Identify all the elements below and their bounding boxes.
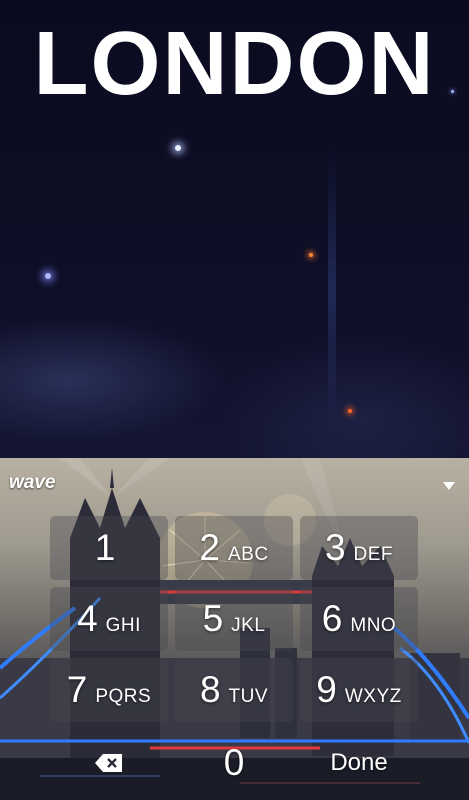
wallpaper-preview: LONDON [0, 0, 469, 458]
brand-logo: wave [9, 472, 56, 493]
key-digit: 1 [94, 527, 116, 568]
key-letters: GHI [105, 615, 141, 636]
key-3[interactable]: 3 DEF [300, 516, 418, 580]
key-digit: 5 [202, 598, 224, 639]
key-6[interactable]: 6 MNO [300, 587, 418, 651]
key-digit: 7 [66, 669, 88, 710]
key-digit: 4 [77, 598, 98, 639]
key-letters: DEF [353, 544, 394, 565]
key-5[interactable]: 5 JKL [175, 587, 293, 651]
key-4[interactable]: 4 GHI [50, 587, 168, 651]
key-8[interactable]: 8 TUV [175, 658, 293, 722]
key-letters: ABC [228, 544, 269, 565]
key-letters: WXYZ [344, 686, 402, 707]
light-dot [175, 145, 181, 151]
key-letters: MNO [350, 615, 397, 636]
backspace-icon [95, 754, 122, 772]
light-dot [45, 273, 51, 279]
numeric-keyboard: wave 1 2 ABC 3 DEF 4 GHI 5 JKL 6 MNO 7 P… [0, 458, 469, 800]
key-digit: 6 [321, 598, 343, 639]
chevron-down-icon[interactable] [437, 476, 461, 496]
key-digit: 0 [223, 742, 245, 783]
key-digit: 9 [316, 669, 337, 710]
backspace-button[interactable] [50, 731, 168, 795]
key-digit: 3 [324, 527, 346, 568]
key-digit: 8 [199, 669, 221, 710]
light-dot [348, 409, 352, 413]
key-letters: TUV [228, 686, 269, 707]
keyboard-toolbar: wave [0, 458, 469, 510]
done-button[interactable]: Done [300, 731, 418, 795]
key-letters: JKL [231, 615, 266, 636]
key-1[interactable]: 1 [50, 516, 168, 580]
key-2[interactable]: 2 ABC [175, 516, 293, 580]
key-letters: PQRS [95, 686, 152, 707]
light-dot [309, 253, 313, 257]
key-0[interactable]: 0 [175, 731, 293, 795]
theme-title: LONDON [33, 14, 436, 114]
done-label: Done [330, 749, 388, 776]
key-9[interactable]: 9 WXYZ [300, 658, 418, 722]
key-7[interactable]: 7 PQRS [50, 658, 168, 722]
key-digit: 2 [199, 527, 220, 568]
light-streak [328, 150, 336, 430]
